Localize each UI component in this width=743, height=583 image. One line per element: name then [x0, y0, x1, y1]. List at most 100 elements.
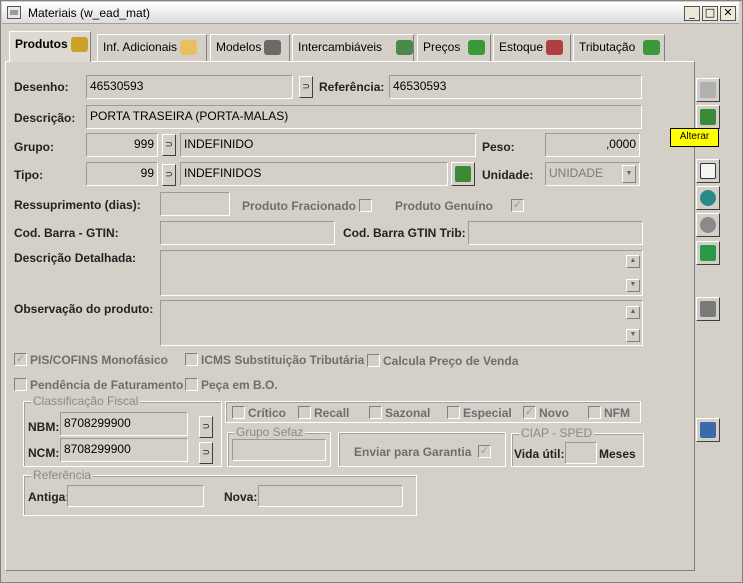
nfm-label: NFM: [604, 406, 630, 420]
scroll-up-arrow[interactable]: ▲: [626, 306, 640, 319]
grupo-sefaz-field[interactable]: [232, 439, 326, 461]
money-button[interactable]: [696, 241, 720, 265]
fracionado-checkbox[interactable]: [359, 199, 372, 212]
classificacao-fiscal-label: Classificação Fiscal: [31, 394, 141, 408]
search-tipo-button[interactable]: ⊃: [162, 164, 176, 186]
exchange-icon: [396, 40, 414, 56]
tipo-label: Tipo:: [14, 168, 44, 182]
nova-field[interactable]: [258, 485, 403, 507]
critico-label: Crítico: [248, 406, 287, 420]
scroll-down-arrow[interactable]: ▼: [626, 279, 640, 292]
pendencia-checkbox[interactable]: [14, 378, 27, 391]
save-icon: [700, 301, 716, 317]
nbm-label: NBM:: [28, 420, 60, 434]
garantia-checkbox[interactable]: ✓: [478, 445, 491, 458]
tab-inf-adicionais[interactable]: Inf. Adicionais: [97, 34, 207, 61]
recall-checkbox[interactable]: [298, 406, 311, 419]
antiga-field[interactable]: [67, 485, 204, 507]
gtin-trib-field[interactable]: [468, 221, 643, 245]
tab-intercambiaveis[interactable]: Intercambiáveis: [292, 34, 414, 61]
tab-label: Modelos: [216, 40, 262, 54]
novo-label: Novo: [539, 406, 569, 420]
refresh-button[interactable]: [696, 186, 720, 210]
cancel-button[interactable]: [696, 213, 720, 237]
maximize-button[interactable]: □: [702, 6, 718, 21]
tree-button[interactable]: [696, 78, 720, 102]
ncm-field[interactable]: 8708299900: [60, 438, 188, 462]
genuino-checkbox[interactable]: ✓: [511, 199, 524, 212]
sazonal-checkbox[interactable]: [369, 406, 382, 419]
icms-st-checkbox[interactable]: [185, 353, 198, 366]
title-bar[interactable]: Materiais (w_ead_mat) _ □ ✕: [2, 2, 739, 24]
especial-label: Especial: [463, 406, 512, 420]
nova-label: Nova:: [224, 490, 258, 504]
peso-field[interactable]: ,0000: [545, 133, 640, 157]
novo-checkbox[interactable]: ✓: [523, 406, 536, 419]
app-icon: [7, 6, 21, 19]
desenho-field[interactable]: 46530593: [86, 75, 293, 99]
exit-button[interactable]: [696, 418, 720, 442]
cash-register-icon: [70, 37, 88, 53]
ressuprimento-field[interactable]: [160, 192, 230, 216]
minimize-button[interactable]: _: [684, 6, 700, 21]
car-icon: [264, 40, 282, 56]
exit-door-icon: [700, 422, 716, 438]
close-button[interactable]: ✕: [720, 6, 736, 21]
antiga-label: Antiga:: [28, 490, 70, 504]
critico-checkbox[interactable]: [232, 406, 245, 419]
referencia-label: Referência:: [319, 80, 385, 94]
edit-tipo-button[interactable]: [451, 162, 475, 186]
gtin-field[interactable]: [160, 221, 335, 245]
search-ncm-button[interactable]: ⊃: [199, 442, 213, 464]
scroll-down-arrow[interactable]: ▼: [626, 329, 640, 342]
money-bag-icon: [643, 40, 661, 56]
preview-button[interactable]: [696, 159, 720, 183]
calcula-preco-checkbox[interactable]: [367, 354, 380, 367]
calcula-preco-label: Calcula Preço de Venda: [383, 354, 519, 368]
search-grupo-button[interactable]: ⊃: [162, 134, 176, 156]
money-bag-icon: [468, 40, 486, 56]
vida-util-field[interactable]: [565, 442, 597, 464]
descricao-detalhada-textarea[interactable]: [160, 250, 643, 296]
genuino-label: Produto Genuíno: [395, 199, 493, 213]
alterar-tooltip: Alterar: [670, 128, 719, 147]
tipo-code-field[interactable]: 99: [86, 162, 158, 186]
nfm-checkbox[interactable]: [588, 406, 601, 419]
spreadsheet-icon: [455, 166, 471, 182]
search-nbm-button[interactable]: ⊃: [199, 416, 213, 438]
money-icon: [700, 245, 716, 261]
scroll-up-arrow[interactable]: ▲: [626, 255, 640, 268]
tab-label: Preços: [423, 40, 461, 54]
window-title: Materiais (w_ead_mat): [28, 6, 151, 20]
tab-tributacao[interactable]: Tributação: [573, 34, 665, 61]
ncm-label: NCM:: [28, 446, 60, 460]
vida-util-label: Vida útil:: [514, 447, 565, 461]
tab-estoque[interactable]: Estoque: [493, 34, 571, 61]
refresh-icon: [700, 190, 716, 206]
especial-checkbox[interactable]: [447, 406, 460, 419]
observacao-textarea[interactable]: [160, 300, 643, 346]
descricao-label: Descrição:: [14, 111, 76, 125]
observacao-label: Observação do produto:: [14, 302, 154, 316]
fracionado-label: Produto Fracionado: [242, 199, 356, 213]
nbm-field[interactable]: 8708299900: [60, 412, 188, 436]
ciap-label: CIAP - SPED: [519, 426, 595, 440]
tab-modelos[interactable]: Modelos: [210, 34, 290, 61]
peca-bo-label: Peça em B.O.: [201, 378, 278, 392]
save-button[interactable]: [696, 297, 720, 321]
unidade-label: Unidade:: [482, 168, 534, 182]
tab-produtos[interactable]: Produtos: [9, 31, 91, 62]
descricao-field[interactable]: PORTA TRASEIRA (PORTA-MALAS): [86, 105, 642, 129]
folder-icon: [180, 40, 198, 56]
alterar-button[interactable]: [696, 105, 720, 129]
pis-cofins-checkbox[interactable]: ✓: [14, 353, 27, 366]
peca-bo-checkbox[interactable]: [185, 378, 198, 391]
chevron-down-icon[interactable]: ▼: [622, 165, 636, 183]
icms-st-label: ICMS Substituição Tributária: [201, 353, 365, 367]
grupo-label: Grupo:: [14, 140, 54, 154]
search-desenho-button[interactable]: ⊃: [299, 76, 313, 98]
tab-precos[interactable]: Preços: [417, 34, 491, 61]
referencia-field[interactable]: 46530593: [389, 75, 642, 99]
recall-label: Recall: [314, 406, 350, 420]
grupo-code-field[interactable]: 999: [86, 133, 158, 157]
